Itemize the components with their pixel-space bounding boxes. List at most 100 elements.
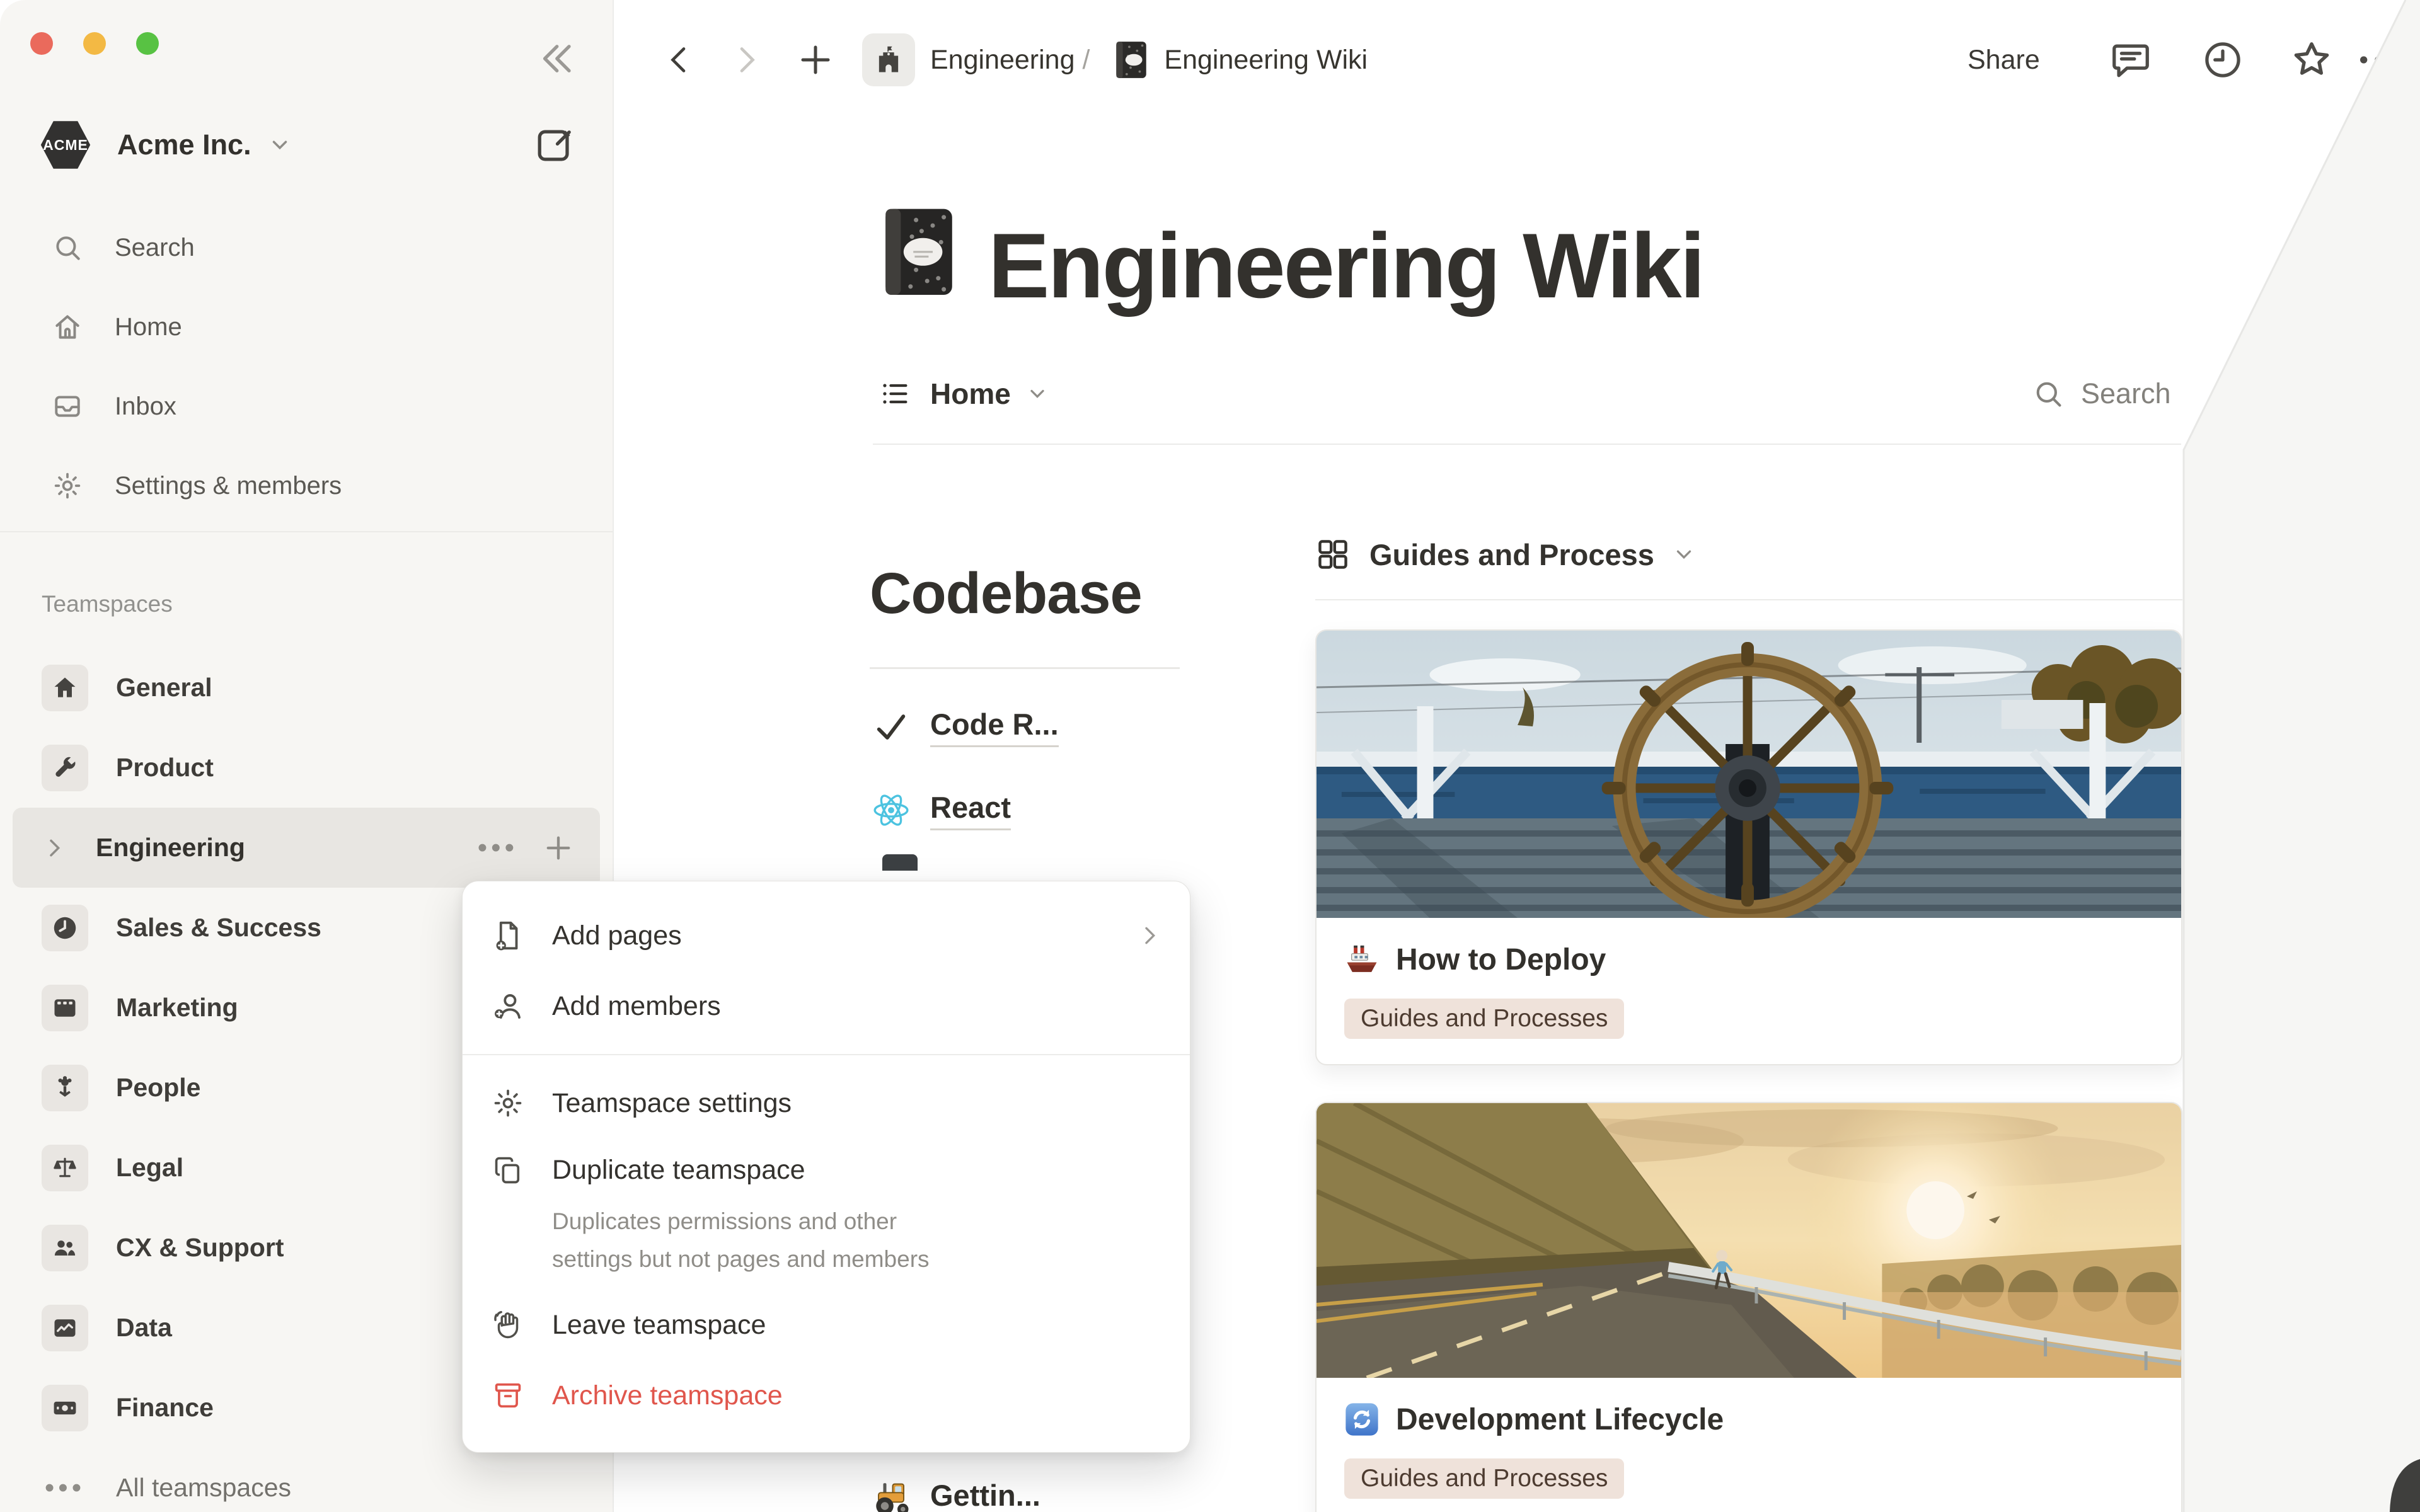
workspace-switcher[interactable]: ACME Acme Inc. [40,94,292,195]
chevron-right-icon[interactable] [42,835,67,861]
duplicate-icon [492,1154,524,1186]
gear-icon [492,1087,524,1120]
minimize-window-button[interactable] [83,32,106,55]
zoom-window-button[interactable] [136,32,159,55]
card-tag: Guides and Processes [1344,999,1624,1039]
teamspace-product[interactable]: Product [0,728,613,808]
forward-arrow-icon[interactable] [729,42,764,77]
page-link-label: Code R... [930,707,1059,747]
teamspace-building-icon[interactable] [862,33,915,86]
card-tag: Guides and Processes [1344,1458,1624,1499]
clock-icon [50,914,79,942]
sidebar-nav: Search Home Inbox Settings & members [0,208,613,525]
column-heading-codebase: Codebase [870,561,1185,627]
sidebar-item-label: Search [115,234,195,262]
add-page-icon [491,919,525,953]
breadcrumb-page[interactable]: Engineering Wiki [1164,45,1368,76]
close-window-button[interactable] [30,32,53,55]
guides-section-header[interactable]: Guides and Process [1315,532,2182,576]
chevron-down-icon [1672,542,1696,566]
window-controls [30,32,159,55]
history-clock-icon[interactable] [2201,0,2245,120]
teamspaces-section-label: Teamspaces [42,591,173,617]
sidebar-item-inbox[interactable]: Inbox [0,367,613,446]
breadcrumb: Engineering / Engineering Wiki [614,0,1368,120]
gear-icon [52,470,83,501]
partially-hidden-page-icon [882,854,918,871]
page-link-react[interactable]: React [870,769,1185,852]
card-title: How to Deploy [1396,942,1606,977]
sidebar-item-label: Inbox [115,392,176,421]
react-icon [872,791,911,830]
guides-divider [1315,599,2182,600]
search-icon [2032,377,2065,410]
view-tab-home[interactable]: Home [879,353,1049,435]
add-page-plus-icon[interactable] [542,832,575,864]
sidebar-item-settings[interactable]: Settings & members [0,446,613,525]
page-title: Engineering Wiki [988,213,1703,319]
person-flower-icon [51,1074,79,1102]
guides-column: Guides and Process [1315,532,2182,1512]
new-page-compose-icon[interactable] [533,123,577,168]
codebase-column: Codebase Code R... React [870,561,1185,852]
people-icon [51,1234,79,1262]
gallery-grid-icon [1315,537,1351,572]
menu-item-teamspace-settings[interactable]: Teamspace settings [463,1068,1190,1138]
share-button[interactable]: Share [1968,0,2040,120]
sidebar-item-label: Settings & members [115,472,342,500]
header-divider [873,444,2181,445]
page-search-button[interactable]: Search [2032,353,2171,435]
sidebar-item-all-teamspaces[interactable]: ••• All teamspaces [0,1448,613,1512]
menu-item-add-pages[interactable]: Add pages [463,900,1190,971]
breadcrumb-teamspace[interactable]: Engineering / [930,45,1090,76]
waving-hand-icon [492,1309,524,1341]
teamspace-more-icon[interactable]: ••• [478,832,518,864]
ellipsis-icon: ••• [42,1472,88,1504]
menu-divider [463,1054,1190,1055]
search-icon [52,232,83,263]
card-how-to-deploy[interactable]: How to Deploy Guides and Processes [1315,629,2182,1065]
menu-item-archive-teamspace[interactable]: Archive teamspace [463,1360,1190,1431]
more-options-icon[interactable] [2353,0,2404,120]
workspace-logo: ACME [40,119,91,171]
chevron-down-icon [268,133,292,157]
page-header: Engineering Wiki [877,203,1703,319]
bulleted-list-icon [879,377,911,410]
menu-item-add-members[interactable]: Add members [463,971,1190,1041]
collapse-sidebar-icon[interactable] [534,38,576,79]
sidebar-divider [0,531,613,532]
wrench-icon [51,754,79,782]
archive-box-icon [492,1379,524,1412]
comments-icon[interactable] [2109,0,2153,120]
teamspace-general[interactable]: General [0,648,613,728]
ship-icon [1344,942,1380,977]
guides-section-title: Guides and Process [1369,537,1654,572]
sidebar-item-search[interactable]: Search [0,208,613,287]
chart-icon [51,1314,79,1342]
add-member-icon [491,989,525,1023]
tractor-icon [872,1479,910,1512]
page-search-label: Search [2081,377,2171,410]
check-icon [873,709,909,745]
duplicate-description: Duplicates permissions and other setting… [463,1201,992,1290]
favorite-star-icon[interactable] [2289,0,2334,120]
page-link-label: React [930,790,1011,830]
page-link-getting-started[interactable]: Gettin... [870,1457,1040,1512]
teamspace-engineering[interactable]: Engineering ••• [13,808,600,888]
new-tab-plus-icon[interactable] [797,41,834,79]
workspace-name: Acme Inc. [117,129,251,161]
view-tab-label: Home [930,377,1011,411]
chevron-down-icon [1026,382,1049,405]
column-divider [870,667,1180,669]
page-link-code-review[interactable]: Code R... [870,685,1185,769]
card-development-lifecycle[interactable]: Development Lifecycle Guides and Process… [1315,1102,2182,1512]
film-icon [51,994,79,1022]
sidebar-item-home[interactable]: Home [0,287,613,367]
card-title: Development Lifecycle [1396,1402,1724,1437]
back-arrow-icon[interactable] [662,42,697,77]
home-icon [52,311,83,343]
menu-item-leave-teamspace[interactable]: Leave teamspace [463,1290,1190,1360]
chevron-right-icon [1137,923,1162,948]
menu-item-duplicate-teamspace[interactable]: Duplicate teamspace [463,1138,1190,1201]
scales-icon [51,1154,79,1182]
